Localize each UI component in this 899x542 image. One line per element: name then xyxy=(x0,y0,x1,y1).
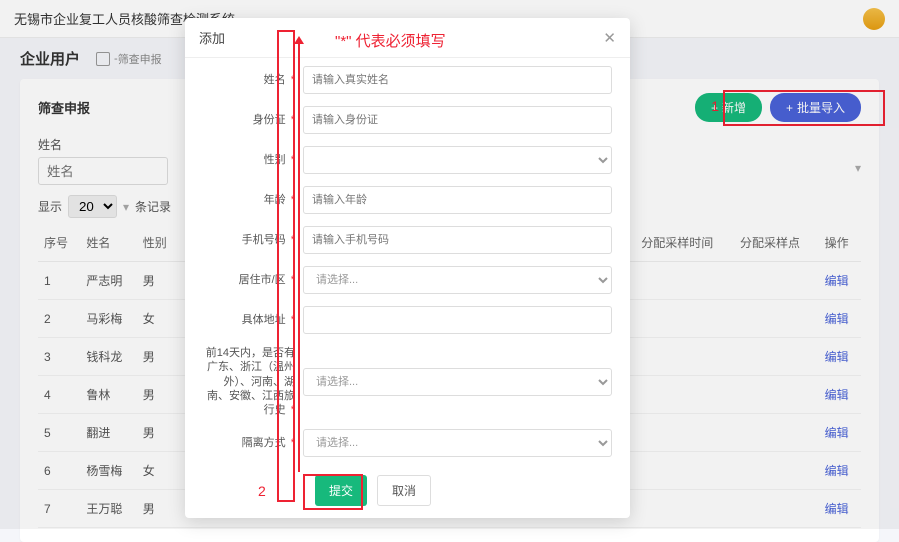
form-label: 姓名 * xyxy=(203,73,303,87)
form-label: 年龄 * xyxy=(203,193,303,207)
annotation-arrow xyxy=(298,42,300,472)
close-icon[interactable]: ✕ xyxy=(603,29,616,47)
form-label: 前14天内，是否有广东、浙江（温州外）、河南、湖南、安徽、江西旅行史 * xyxy=(203,346,303,417)
form-label: 身份证 * xyxy=(203,113,303,127)
form-label: 手机号码 * xyxy=(203,233,303,247)
travel-field[interactable]: 请选择... xyxy=(303,368,612,396)
annotation-2: 2 xyxy=(258,483,266,499)
city-field[interactable]: 请选择... xyxy=(303,266,612,294)
cancel-button[interactable]: 取消 xyxy=(377,475,431,506)
sex-field[interactable] xyxy=(303,146,612,174)
age-field[interactable] xyxy=(303,186,612,214)
form-label: 居住市/区 * xyxy=(203,273,303,287)
submit-button[interactable]: 提交 xyxy=(315,475,367,506)
addr-field[interactable] xyxy=(303,306,612,334)
phone-field[interactable] xyxy=(303,226,612,254)
name-field[interactable] xyxy=(303,66,612,94)
modal-title: 添加 xyxy=(199,28,225,47)
annotation-note: "*" 代表必须填写 xyxy=(335,30,446,51)
id-field[interactable] xyxy=(303,106,612,134)
form-label: 性别 * xyxy=(203,153,303,167)
form-label: 具体地址 * xyxy=(203,313,303,327)
add-modal: 添加 ✕ 姓名 *身份证 *性别 *年龄 *手机号码 *居住市/区 *请选择..… xyxy=(185,18,630,518)
iso-field[interactable]: 请选择... xyxy=(303,429,612,457)
form-label: 隔离方式 * xyxy=(203,436,303,450)
